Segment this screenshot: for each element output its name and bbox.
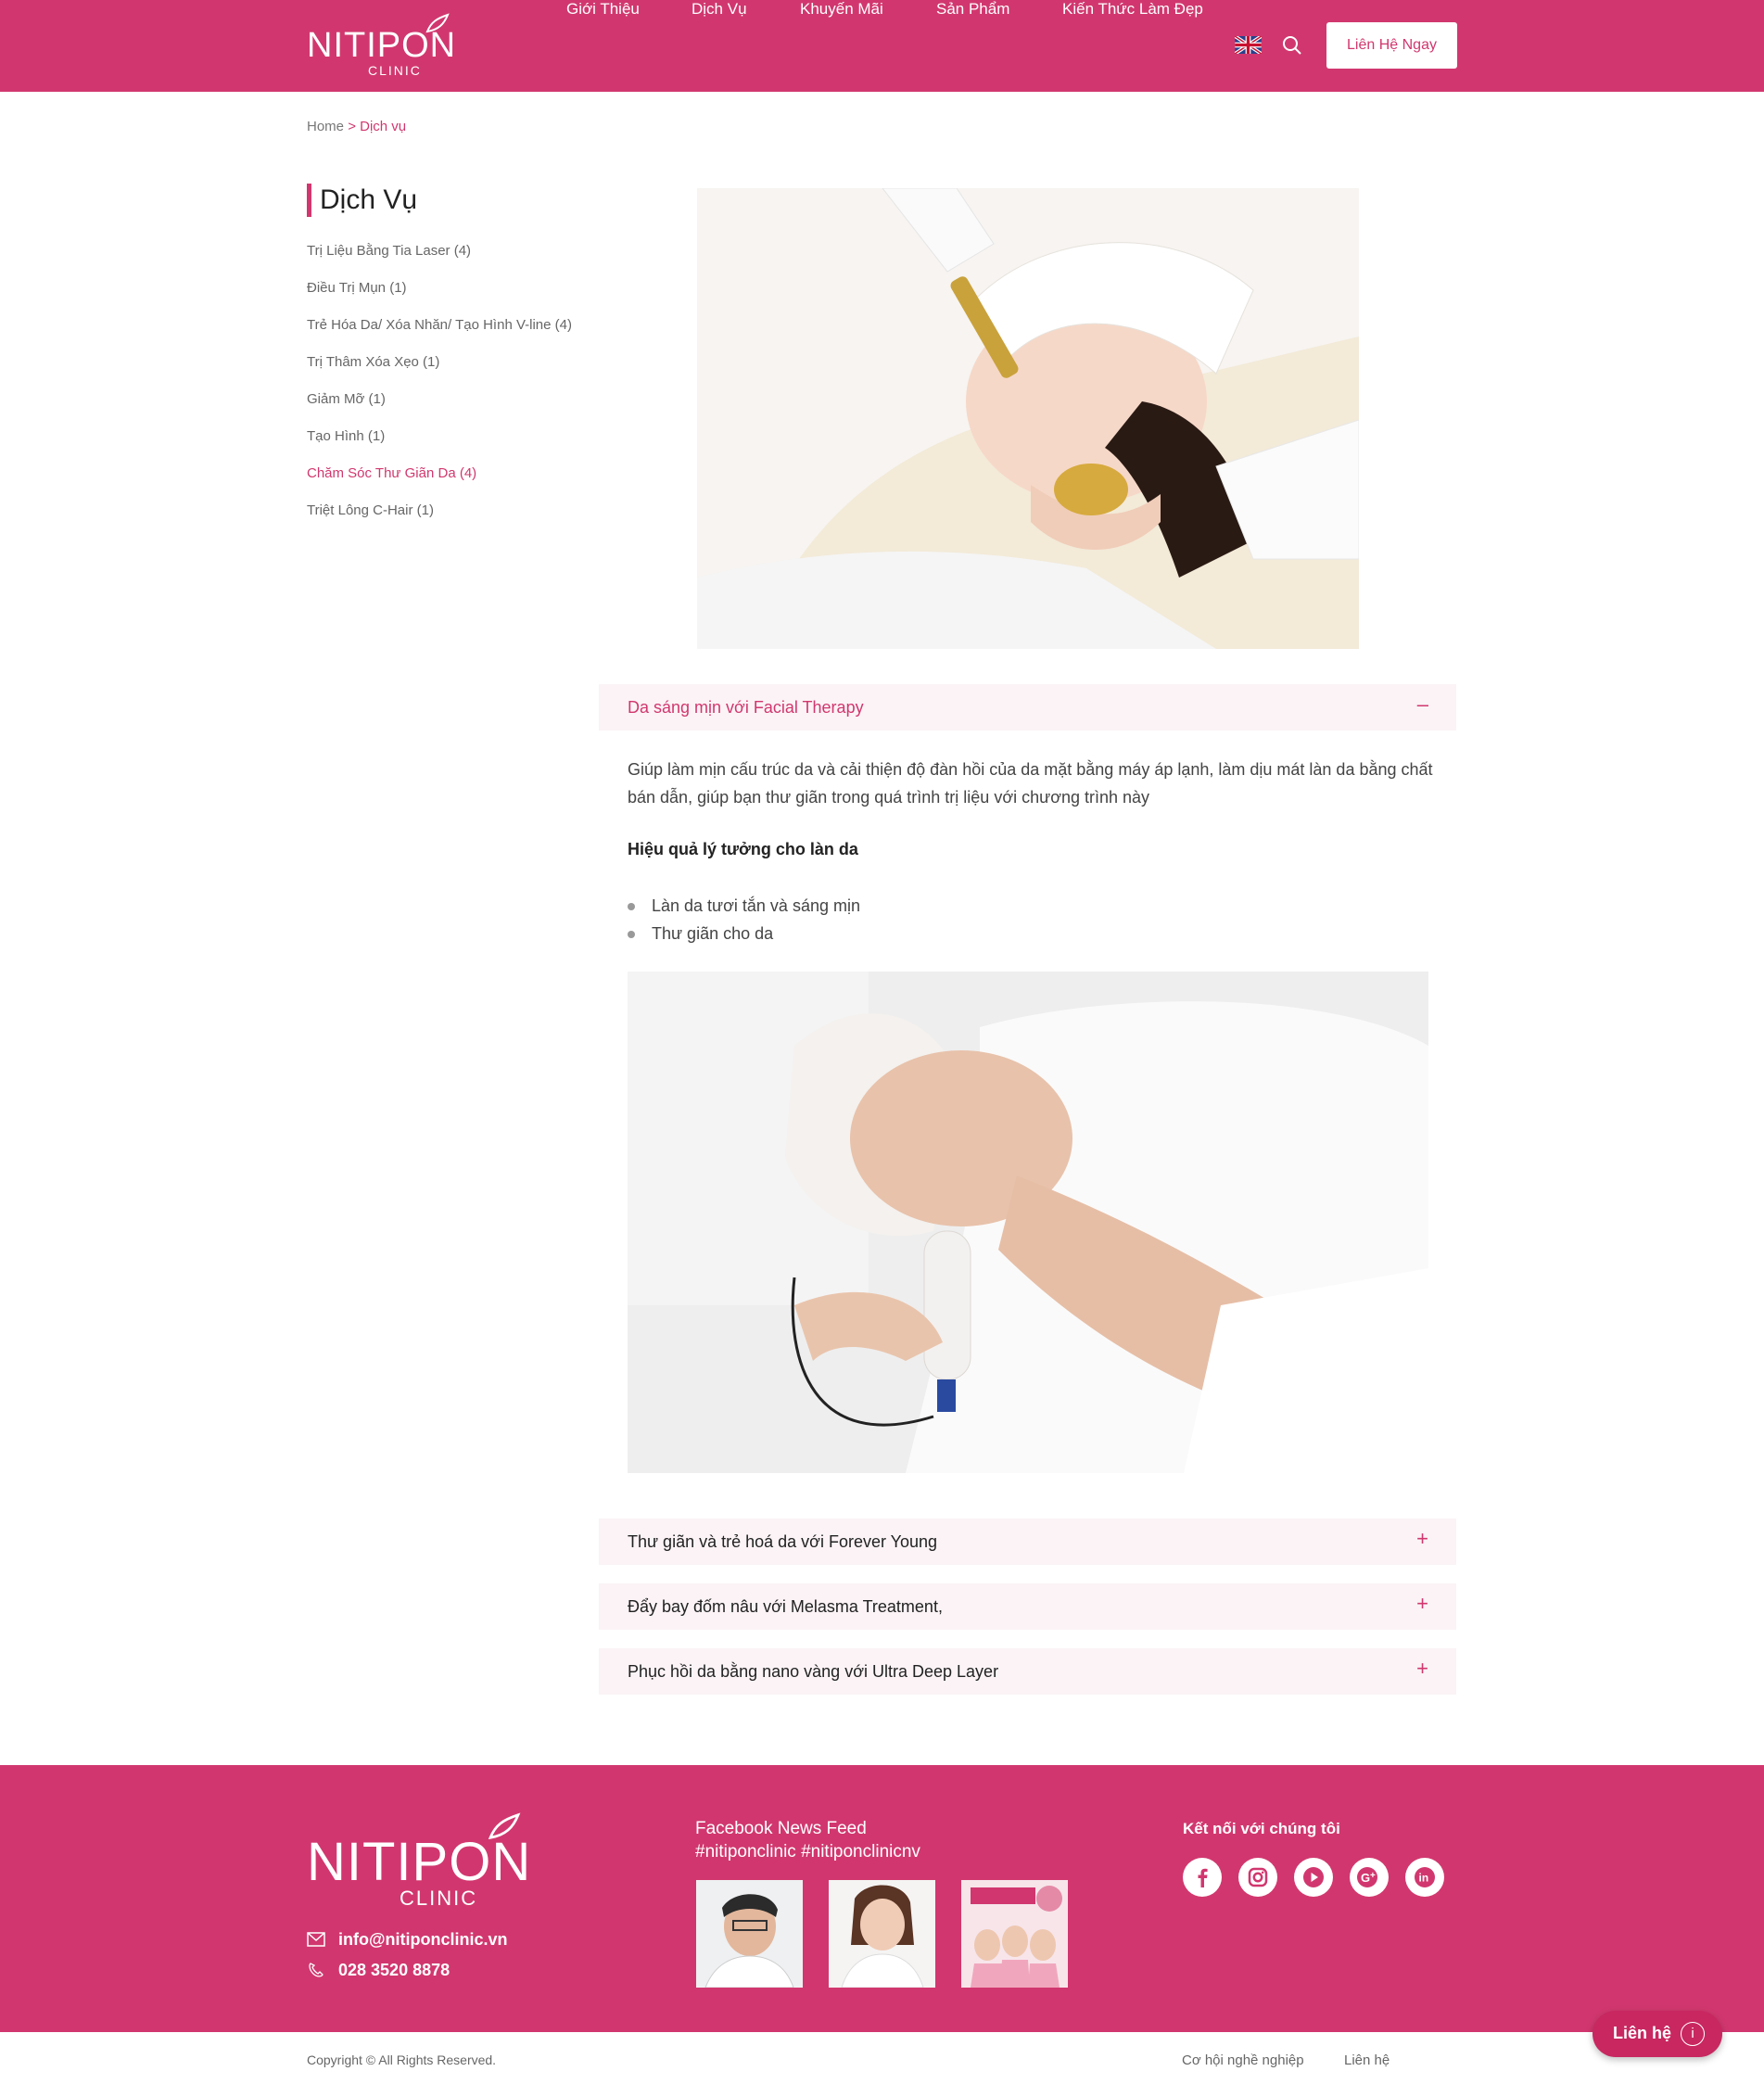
- accordion-title: Phục hồi da bằng nano vàng với Ultra Dee…: [628, 1662, 999, 1681]
- nav-kien-thuc-lam-dep[interactable]: Kiến Thức Làm Đẹp: [1062, 0, 1203, 19]
- leaf-icon: [425, 13, 450, 33]
- footer-phone[interactable]: 028 3520 8878: [307, 1961, 450, 1980]
- expand-icon[interactable]: +: [1416, 1648, 1428, 1689]
- instagram-icon[interactable]: [1238, 1858, 1277, 1897]
- accordion-ultra-deep-layer[interactable]: Phục hồi da bằng nano vàng với Ultra Dee…: [599, 1648, 1456, 1695]
- phone-icon: [309, 1963, 324, 1977]
- logo-wordmark: NITIPON: [307, 1832, 532, 1892]
- logo-subtitle: CLINIC: [400, 1887, 478, 1910]
- info-icon: i: [1681, 2022, 1705, 2046]
- feed-thumbnail[interactable]: [829, 1880, 935, 1988]
- google-plus-icon[interactable]: G +: [1350, 1858, 1389, 1897]
- accordion-title: Da sáng mịn với Facial Therapy: [628, 698, 864, 717]
- benefits-heading: Hiệu quả lý tưởng cho làn da: [628, 840, 858, 858]
- nav-san-pham[interactable]: Sản Phẩm: [936, 0, 1009, 19]
- nav-gioi-thieu[interactable]: Giới Thiệu: [566, 0, 640, 19]
- section-description: Giúp làm mịn cấu trúc da và cải thiện độ…: [628, 760, 1433, 807]
- sidebar-title: Dịch Vụ: [307, 184, 417, 217]
- copyright: Copyright © All Rights Reserved.: [307, 2052, 497, 2067]
- footer-bottom-bar: [0, 2032, 1764, 2084]
- collapse-icon[interactable]: –: [1417, 684, 1428, 725]
- nav-khuyen-mai[interactable]: Khuyến Mãi: [800, 0, 883, 19]
- facial-therapy-photo: [628, 972, 1428, 1473]
- sidebar-item-hair-removal[interactable]: Triệt Lông C-Hair (1): [307, 502, 434, 518]
- expand-icon[interactable]: +: [1416, 1519, 1428, 1559]
- sidebar-item-shaping[interactable]: Tạo Hình (1): [307, 428, 385, 444]
- sidebar-item-fat[interactable]: Giảm Mỡ (1): [307, 391, 386, 407]
- svg-text:in: in: [1419, 1872, 1429, 1885]
- sidebar-item-laser[interactable]: Trị Liệu Bằng Tia Laser (4): [307, 243, 471, 259]
- site-header: NITIPON CLINIC Giới Thiệu Dịch Vụ Khuyến…: [0, 0, 1764, 92]
- svg-text:+: +: [1370, 1871, 1376, 1881]
- logo-subtitle: CLINIC: [368, 63, 422, 78]
- nav-dich-vu[interactable]: Dịch Vụ: [692, 0, 747, 19]
- footer-email[interactable]: info@nitiponclinic.vn: [307, 1930, 508, 1950]
- feed-thumbnail[interactable]: [696, 1880, 803, 1988]
- floating-contact-label: Liên hệ: [1613, 2024, 1672, 2042]
- facial-treatment-photo: [697, 188, 1359, 649]
- breadcrumb-current: > Dịch vụ: [348, 119, 407, 134]
- bullet-dot-icon: [628, 903, 635, 911]
- feed-thumbnail[interactable]: [961, 1880, 1068, 1988]
- bullet-dot-icon: [628, 931, 635, 939]
- expand-icon[interactable]: +: [1416, 1583, 1428, 1624]
- contact-link[interactable]: Liên hệ: [1344, 2052, 1390, 2068]
- facebook-icon[interactable]: [1183, 1858, 1222, 1897]
- sidebar-item-rejuvenation[interactable]: Trẻ Hóa Da/ Xóa Nhăn/ Tạo Hình V-line (4…: [307, 317, 572, 333]
- search-icon[interactable]: [1282, 35, 1302, 56]
- bullet-item: Làn da tươi tắn và sáng mịn: [628, 896, 860, 916]
- accordion-melasma-treatment[interactable]: Đẩy bay đốm nâu với Melasma Treatment, +: [599, 1583, 1456, 1630]
- careers-link[interactable]: Cơ hội nghề nghiệp: [1182, 2052, 1304, 2068]
- contact-now-button[interactable]: Liên Hệ Ngay: [1326, 22, 1457, 69]
- svg-text:G: G: [1361, 1871, 1370, 1885]
- sidebar-item-scar[interactable]: Trị Thâm Xóa Xẹo (1): [307, 354, 439, 370]
- leaf-icon: [488, 1812, 521, 1840]
- accordion-title: Đẩy bay đốm nâu với Melasma Treatment,: [628, 1597, 943, 1616]
- connect-title: Kết nối với chúng tôi: [1183, 1820, 1340, 1837]
- sidebar-item-acne[interactable]: Điều Trị Mụn (1): [307, 280, 407, 296]
- logo[interactable]: NITIPON CLINIC: [307, 13, 485, 78]
- uk-flag-icon[interactable]: [1235, 36, 1262, 54]
- footer-logo[interactable]: NITIPON CLINIC: [307, 1812, 576, 1910]
- breadcrumb: Home > Dịch vụ: [307, 119, 406, 134]
- linkedin-icon[interactable]: in: [1405, 1858, 1444, 1897]
- mail-icon: [307, 1932, 325, 1947]
- sidebar-item-skin-care[interactable]: Chăm Sóc Thư Giãn Da (4): [307, 465, 476, 481]
- accordion-title: Thư giãn và trẻ hoá da với Forever Young: [628, 1532, 938, 1551]
- accordion-forever-young[interactable]: Thư giãn và trẻ hoá da với Forever Young…: [599, 1519, 1456, 1565]
- accordion-facial-therapy[interactable]: Da sáng mịn với Facial Therapy –: [599, 684, 1456, 731]
- bullet-item: Thư giãn cho da: [628, 924, 773, 944]
- floating-contact-button[interactable]: Liên hệ i: [1593, 2011, 1722, 2057]
- breadcrumb-home[interactable]: Home: [307, 119, 344, 134]
- facebook-feed-title: Facebook News Feed #nitiponclinic #nitip…: [695, 1819, 920, 1862]
- youtube-icon[interactable]: [1294, 1858, 1333, 1897]
